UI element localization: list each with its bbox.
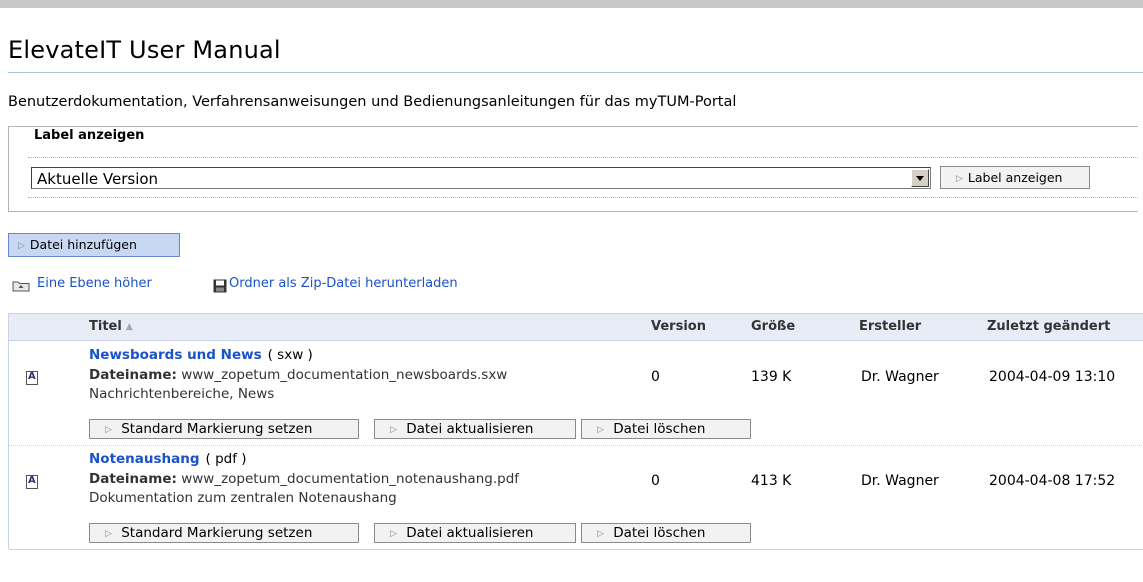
arrow-right-icon: ▷ <box>18 241 25 251</box>
file-title: Notenaushang ( pdf ) <box>89 451 247 467</box>
update-file-button-text: Datei aktualisieren <box>406 421 534 437</box>
update-file-button[interactable]: ▷ Datei aktualisieren <box>374 523 576 543</box>
delete-file-button[interactable]: ▷ Datei löschen <box>581 419 751 439</box>
file-name-line: Dateiname: www_zopetum_documentation_new… <box>89 367 507 383</box>
modified-cell: 2004-04-09 13:10 <box>989 369 1116 385</box>
file-name-line: Dateiname: www_zopetum_documentation_not… <box>89 471 519 487</box>
divider <box>28 157 1138 158</box>
document-icon <box>26 371 38 385</box>
page-description: Benutzerdokumentation, Verfahrensanweisu… <box>8 94 737 110</box>
table-row: Notenaushang ( pdf ) Dateiname: www_zopet… <box>9 445 1143 550</box>
divider <box>28 197 1138 198</box>
arrow-right-icon: ▷ <box>597 425 604 435</box>
label-select-value: Aktuelle Version <box>37 170 159 188</box>
set-marker-button-text: Standard Markierung setzen <box>121 421 313 437</box>
up-level-link[interactable]: Eine Ebene höher <box>37 276 152 291</box>
filename-label: Dateiname: <box>89 367 177 383</box>
table-row: Newsboards und News ( sxw ) Dateiname: ww… <box>9 341 1143 446</box>
zip-download-link[interactable]: Ordner als Zip-Datei herunterladen <box>229 276 458 291</box>
column-modified[interactable]: Zuletzt geändert <box>987 319 1110 334</box>
column-creator[interactable]: Ersteller <box>859 319 921 334</box>
size-cell: 139 K <box>751 369 792 385</box>
arrow-right-icon: ▷ <box>105 529 112 539</box>
file-description: Nachrichtenbereiche, News <box>89 386 275 402</box>
folder-up-icon[interactable] <box>12 280 30 292</box>
update-file-button[interactable]: ▷ Datei aktualisieren <box>374 419 576 439</box>
filename-label: Dateiname: <box>89 471 177 487</box>
size-cell: 413 K <box>751 473 792 489</box>
sort-ascending-icon: ▲ <box>125 322 133 332</box>
file-title: Newsboards und News ( sxw ) <box>89 347 313 363</box>
version-cell: 0 <box>651 473 660 489</box>
document-icon <box>26 475 38 489</box>
filename-value: www_zopetum_documentation_notenaushang.p… <box>181 471 520 487</box>
update-file-button-text: Datei aktualisieren <box>406 525 534 541</box>
arrow-right-icon: ▷ <box>105 425 112 435</box>
save-disk-icon[interactable] <box>213 279 227 293</box>
file-title-link[interactable]: Notenaushang <box>89 451 200 467</box>
dropdown-arrow-icon[interactable] <box>911 169 929 187</box>
column-title-text: Titel <box>89 319 122 334</box>
set-marker-button[interactable]: ▷ Standard Markierung setzen <box>89 419 359 439</box>
file-title-link[interactable]: Newsboards und News <box>89 347 262 363</box>
filename-value: www_zopetum_documentation_newsboards.sxw <box>181 367 508 383</box>
arrow-right-icon: ▷ <box>390 529 397 539</box>
column-size[interactable]: Größe <box>751 319 795 334</box>
title-area: ElevateIT User Manual <box>8 36 1143 73</box>
delete-file-button-text: Datei löschen <box>613 525 706 541</box>
delete-file-button[interactable]: ▷ Datei löschen <box>581 523 751 543</box>
file-table: Titel ▲ Version Größe Ersteller Zuletzt g… <box>8 313 1143 550</box>
table-header: Titel ▲ Version Größe Ersteller Zuletzt g… <box>9 313 1143 341</box>
add-file-button-text: Datei hinzufügen <box>29 237 137 252</box>
set-marker-button-text: Standard Markierung setzen <box>121 525 313 541</box>
arrow-right-icon: ▷ <box>956 174 963 184</box>
show-label-button[interactable]: ▷ Label anzeigen <box>940 166 1090 189</box>
file-description: Dokumentation zum zentralen Notenaushang <box>89 490 397 506</box>
creator-cell: Dr. Wagner <box>861 369 939 385</box>
delete-file-button-text: Datei löschen <box>613 421 706 437</box>
add-file-button[interactable]: ▷ Datei hinzufügen <box>8 233 180 257</box>
top-bar <box>0 0 1143 8</box>
set-marker-button[interactable]: ▷ Standard Markierung setzen <box>89 523 359 543</box>
column-version[interactable]: Version <box>651 319 706 334</box>
page-title: ElevateIT User Manual <box>8 36 281 64</box>
file-type: ( pdf ) <box>205 451 247 467</box>
arrow-right-icon: ▷ <box>390 425 397 435</box>
label-legend: Label anzeigen <box>30 128 151 143</box>
version-cell: 0 <box>651 369 660 385</box>
column-title[interactable]: Titel ▲ <box>89 319 133 334</box>
creator-cell: Dr. Wagner <box>861 473 939 489</box>
show-label-button-text: Label anzeigen <box>967 170 1063 185</box>
arrow-right-icon: ▷ <box>597 529 604 539</box>
label-select[interactable]: Aktuelle Version <box>31 167 931 189</box>
file-type: ( sxw ) <box>267 347 313 363</box>
modified-cell: 2004-04-08 17:52 <box>989 473 1116 489</box>
